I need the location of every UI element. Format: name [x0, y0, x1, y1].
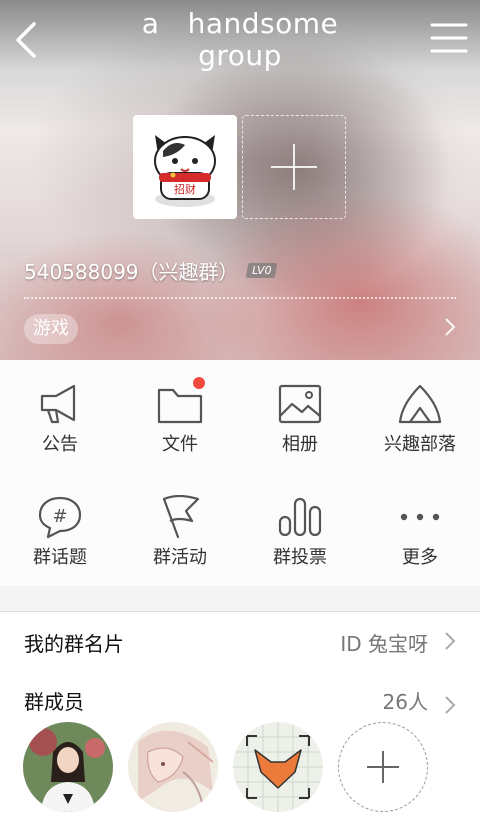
level-badge: LV0: [245, 263, 278, 278]
feature-polls[interactable]: 群投票: [240, 473, 360, 586]
feature-label: 文件: [162, 434, 198, 455]
feature-announcement[interactable]: 公告: [0, 360, 120, 473]
feature-label: 群话题: [33, 547, 87, 568]
plus-icon: [271, 144, 317, 190]
group-avatar[interactable]: 招财: [133, 115, 237, 219]
feature-topics[interactable]: # 群话题: [0, 473, 120, 586]
notification-badge: [193, 377, 205, 389]
photo-album-icon: [278, 384, 322, 424]
feature-grid: 公告 文件 相册 兴趣部落 # 群话题 群活动 群投票 更多: [0, 360, 480, 586]
feature-label: 群投票: [273, 547, 327, 568]
hashtag-bubble-icon: #: [38, 496, 82, 539]
tent-icon: [398, 384, 442, 424]
group-id-text: 540588099（兴趣群）: [24, 260, 239, 284]
page-title: a handsome group: [120, 8, 360, 72]
svg-text:招财: 招财: [174, 182, 196, 196]
add-photo-button[interactable]: [242, 115, 346, 219]
lucky-cat-avatar-image: 招财: [154, 135, 216, 207]
group-id-row: 540588099（兴趣群） LV0: [24, 256, 278, 285]
feature-label: 群活动: [153, 547, 207, 568]
member-photo-3: [233, 722, 323, 812]
group-card-label: 我的群名片: [24, 632, 124, 656]
member-photo-1: [23, 722, 113, 812]
hamburger-menu-icon[interactable]: [430, 20, 468, 56]
bar-chart-icon: [278, 497, 322, 537]
category-tag[interactable]: 游戏: [24, 314, 78, 344]
feature-label: 相册: [282, 434, 318, 455]
title-line-2: group: [198, 39, 282, 72]
add-member-button[interactable]: [338, 722, 428, 812]
svg-text:#: #: [52, 506, 67, 527]
chevron-right-icon[interactable]: [442, 316, 458, 338]
feature-label: 公告: [42, 434, 78, 455]
title-line-1: a handsome: [141, 7, 339, 40]
divider: [24, 297, 456, 299]
member-avatar[interactable]: [233, 722, 323, 812]
member-avatar[interactable]: [128, 722, 218, 812]
feature-activities[interactable]: 群活动: [120, 473, 240, 586]
feature-album[interactable]: 相册: [240, 360, 360, 473]
megaphone-icon: [40, 384, 76, 424]
flag-icon: [162, 495, 200, 539]
feature-label: 更多: [402, 547, 438, 568]
chevron-left-icon[interactable]: [10, 20, 46, 60]
feature-tribe[interactable]: 兴趣部落: [360, 360, 480, 473]
members-label: 群成员: [24, 690, 84, 714]
chevron-right-icon: [445, 632, 456, 650]
member-photo-2: [128, 722, 218, 812]
plus-icon: [367, 751, 399, 783]
member-avatar[interactable]: [23, 722, 113, 812]
members-count[interactable]: 26人: [383, 686, 428, 715]
chevron-right-icon[interactable]: [442, 694, 458, 716]
more-dots-icon: [400, 513, 440, 521]
feature-more[interactable]: 更多: [360, 473, 480, 586]
group-card-row[interactable]: 我的群名片 ID 兔宝呀: [0, 611, 480, 671]
group-card-value: ID 兔宝呀: [340, 632, 428, 656]
feature-label: 兴趣部落: [384, 434, 456, 455]
feature-files[interactable]: 文件: [120, 360, 240, 473]
